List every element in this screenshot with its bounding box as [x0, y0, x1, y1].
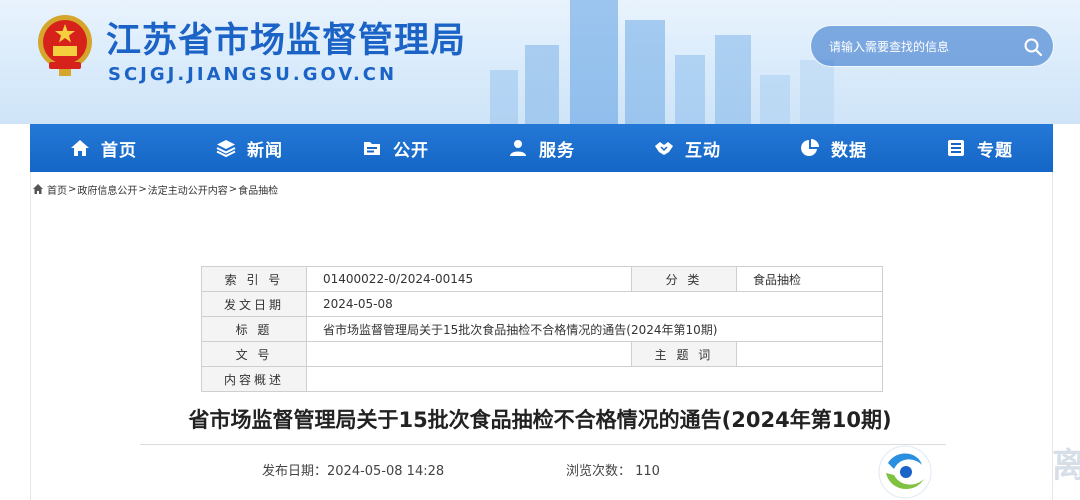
nav-item-interact[interactable]: 互动 [614, 124, 760, 172]
table-row: 标 题 省市场监督管理局关于15批次食品抽检不合格情况的通告(2024年第10期… [201, 316, 883, 342]
summary-label: 内容概述 [201, 366, 307, 392]
table-row: 文 号 主 题 词 [201, 341, 883, 367]
category-label: 分 类 [631, 266, 737, 292]
nav-item-label: 互动 [685, 140, 721, 161]
nav-item-topic[interactable]: 专题 [906, 124, 1052, 172]
index-number-value: 01400022-0/2024-00145 [306, 266, 632, 292]
document-number-label: 文 号 [201, 341, 307, 367]
document-info-table: 索 引 号 01400022-0/2024-00145 分 类 食品抽检 发文日… [201, 266, 883, 392]
nav-item-label: 专题 [977, 140, 1013, 161]
issue-date-label: 发文日期 [201, 291, 307, 317]
nav-item-label: 公开 [393, 140, 429, 161]
publish-date: 发布日期：2024-05-08 14:28 [262, 464, 445, 479]
nav-item-label: 服务 [539, 140, 575, 161]
article-title: 省市场监督管理局关于15批次食品抽检不合格情况的通告(2024年第10期) [188, 408, 892, 432]
issue-date-value: 2024-05-08 [306, 291, 883, 317]
pie-chart-icon [801, 139, 819, 156]
keywords-label: 主 题 词 [631, 341, 737, 367]
breadcrumb-separator: > [228, 183, 238, 195]
nav-item-public[interactable]: 公开 [322, 124, 468, 172]
site-header: 江苏省市场监督管理局 SCJGJ.JIANGSU.GOV.CN [0, 0, 1080, 124]
home-icon [71, 140, 89, 156]
handshake-icon [655, 142, 673, 155]
breadcrumb-statutory-link[interactable]: 法定主动公开内容 [148, 182, 228, 197]
nav-item-news[interactable]: 新闻 [176, 124, 322, 172]
nav-item-data[interactable]: 数据 [760, 124, 906, 172]
search-icon[interactable] [1023, 37, 1043, 57]
category-value: 食品抽检 [736, 266, 883, 292]
nav-item-label: 新闻 [247, 140, 283, 161]
main-nav: 首页 新闻 公开 服务 互动 数据 专题 [30, 124, 1053, 172]
index-number-label: 索 引 号 [201, 266, 307, 292]
people-icon [510, 140, 526, 156]
breadcrumb-separator: > [68, 183, 77, 195]
folder-icon [364, 142, 380, 155]
home-icon [33, 184, 43, 194]
view-count: 浏览次数： 110 [566, 464, 660, 479]
subject-label: 标 题 [201, 316, 307, 342]
site-domain: SCJGJ.JIANGSU.GOV.CN [108, 64, 398, 85]
watermark-text: 离 [1052, 446, 1080, 486]
breadcrumb-food-sampling-link[interactable]: 食品抽检 [238, 182, 278, 197]
breadcrumb-separator: > [138, 183, 147, 195]
search-box [810, 25, 1054, 67]
document-number-value [306, 341, 632, 367]
keywords-value [736, 341, 883, 367]
city-skyline-illustration [490, 0, 834, 124]
national-emblem-logo [38, 15, 92, 76]
subject-value: 省市场监督管理局关于15批次食品抽检不合格情况的通告(2024年第10期) [306, 316, 883, 342]
summary-value [306, 366, 883, 392]
nav-item-label: 首页 [101, 140, 137, 161]
list-icon [948, 140, 964, 156]
floating-service-logo-icon[interactable] [876, 443, 934, 500]
search-input[interactable] [829, 37, 1009, 57]
nav-item-service[interactable]: 服务 [468, 124, 614, 172]
breadcrumb: 首页 > 政府信息公开 > 法定主动公开内容 > 食品抽检 [32, 182, 278, 197]
table-row: 索 引 号 01400022-0/2024-00145 分 类 食品抽检 [201, 266, 883, 292]
breadcrumb-gov-info-link[interactable]: 政府信息公开 [77, 182, 137, 197]
table-row: 内容概述 [201, 366, 883, 392]
title-divider [140, 444, 946, 445]
breadcrumb-home-link[interactable]: 首页 [47, 182, 67, 197]
site-title: 江苏省市场监督管理局 [106, 21, 467, 61]
nav-item-label: 数据 [831, 140, 867, 161]
table-row: 发文日期 2024-05-08 [201, 291, 883, 317]
nav-item-home[interactable]: 首页 [30, 124, 176, 172]
layers-icon [216, 140, 236, 158]
